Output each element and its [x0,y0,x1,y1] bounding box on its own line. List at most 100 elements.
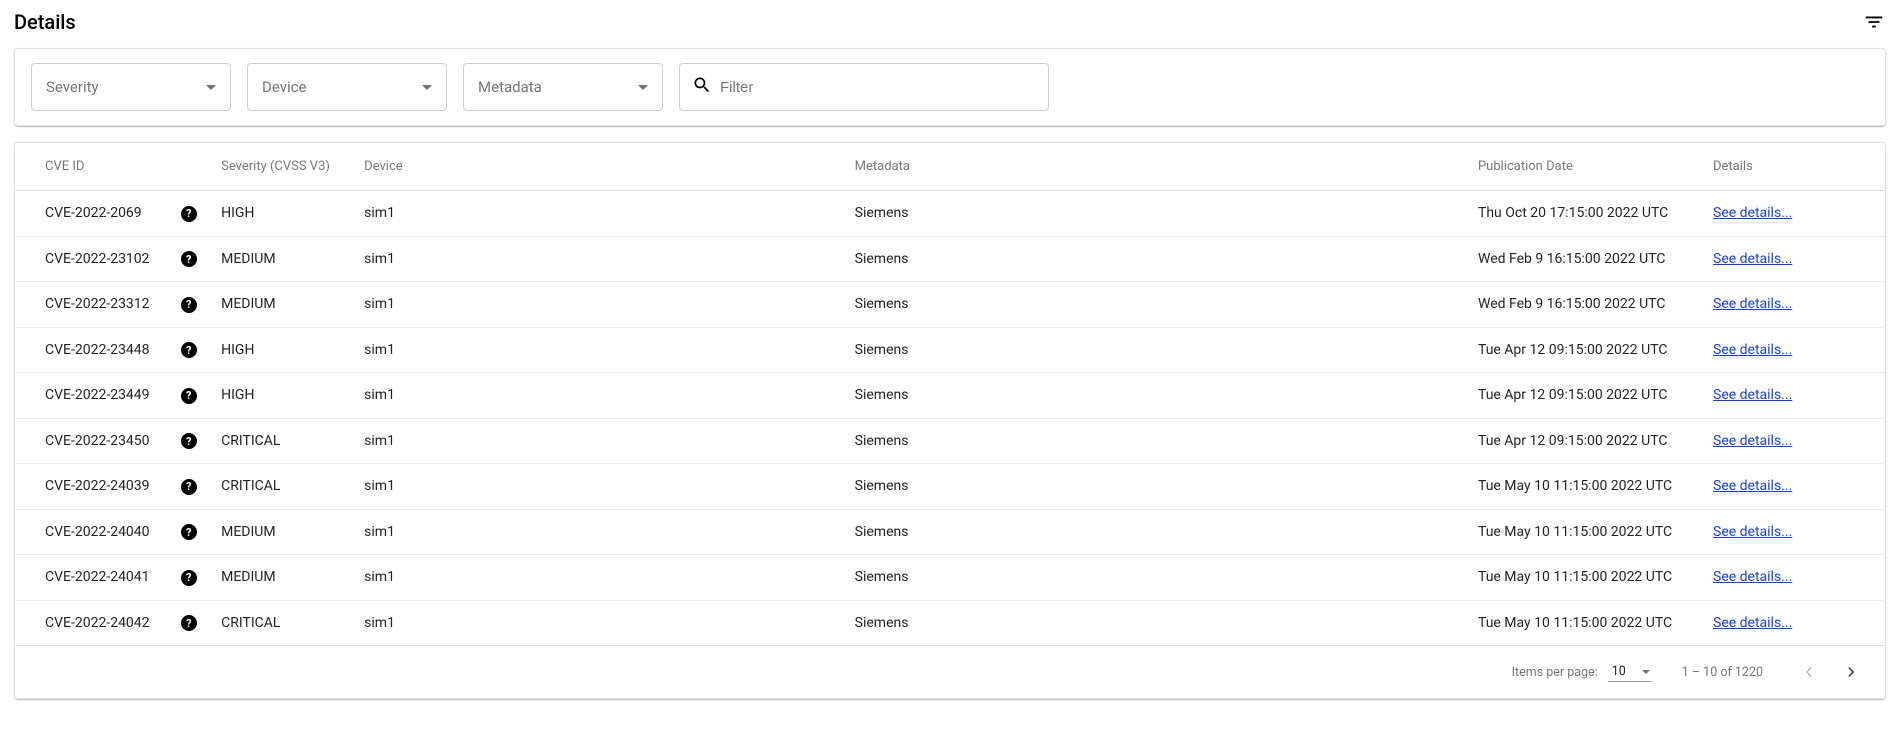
see-details-link[interactable]: See details... [1713,524,1792,540]
cell-cve: CVE-2022-23448 [15,327,168,373]
chevron-down-icon [638,85,648,90]
cve-table: CVE ID Severity (CVSS V3) Device Metadat… [15,143,1885,645]
see-details-link[interactable]: See details... [1713,205,1792,221]
page-title: Details [14,10,76,34]
cell-pubdate: Tue Apr 12 09:15:00 2022 UTC [1466,373,1701,419]
metadata-select-label: Metadata [478,78,542,96]
col-header-cve[interactable]: CVE ID [15,143,168,191]
help-icon[interactable]: ? [181,570,197,586]
see-details-link[interactable]: See details... [1713,433,1792,449]
see-details-link[interactable]: See details... [1713,251,1792,267]
next-page-button[interactable] [1835,656,1867,688]
help-icon[interactable]: ? [181,206,197,222]
search-input[interactable] [720,79,1036,96]
search-box[interactable] [679,63,1049,111]
col-header-severity[interactable]: Severity (CVSS V3) [209,143,352,191]
table-row: CVE-2022-23449? HIGHsim1SiemensTue Apr 12… [15,373,1885,419]
filter-list-icon[interactable] [1862,10,1886,34]
metadata-select[interactable]: Metadata [463,63,663,111]
cve-table-card: CVE ID Severity (CVSS V3) Device Metadat… [14,142,1886,699]
chevron-down-icon [422,85,432,90]
cell-device: sim1 [352,373,842,419]
help-icon[interactable]: ? [181,524,197,540]
see-details-link[interactable]: See details... [1713,615,1792,631]
cell-cve: CVE-2022-23449 [15,373,168,419]
col-header-pubdate[interactable]: Publication Date [1466,143,1701,191]
help-icon[interactable]: ? [181,388,197,404]
cell-metadata: Siemens [843,600,1466,645]
cell-severity: HIGH [209,373,352,419]
cell-metadata: Siemens [843,373,1466,419]
table-row: CVE-2022-23102?MEDIUMsim1SiemensWed Feb … [15,236,1885,282]
cell-pubdate: Tue May 10 11:15:00 2022 UTC [1466,600,1701,645]
table-row: CVE-2022-24042? CRITICALsim1SiemensTue Ma… [15,600,1885,645]
cell-severity: CRITICAL [209,464,352,510]
help-icon[interactable]: ? [181,479,197,495]
cell-pubdate: Thu Oct 20 17:15:00 2022 UTC [1466,191,1701,237]
see-details-link[interactable]: See details... [1713,342,1792,358]
cell-device: sim1 [352,600,842,645]
cell-pubdate: Tue May 10 11:15:00 2022 UTC [1466,464,1701,510]
help-icon[interactable]: ? [181,251,197,267]
search-icon [692,75,712,99]
cell-metadata: Siemens [843,464,1466,510]
cell-cve: CVE-2022-24040 [15,509,168,555]
table-row: CVE-2022-24039?CRITICALsim1SiemensTue Ma… [15,464,1885,510]
cell-cve: CVE-2022-24042 [15,600,168,645]
page-size-select[interactable]: 10 [1608,662,1652,682]
cell-device: sim1 [352,191,842,237]
paginator: Items per page: 10 1 – 10 of 1220 [15,645,1885,698]
cell-device: sim1 [352,464,842,510]
range-label: 1 – 10 of 1220 [1682,665,1763,680]
table-row: CVE-2022-23450?CRITICALsim1SiemensTue Ap… [15,418,1885,464]
table-row: CVE-2022-24040? MEDIUMsim1SiemensTue May … [15,509,1885,555]
col-header-metadata[interactable]: Metadata [843,143,1466,191]
cell-severity: HIGH [209,327,352,373]
cell-device: sim1 [352,418,842,464]
cell-device: sim1 [352,282,842,328]
help-icon[interactable]: ? [181,615,197,631]
cell-severity: MEDIUM [209,509,352,555]
cell-pubdate: Tue May 10 11:15:00 2022 UTC [1466,509,1701,555]
help-icon[interactable]: ? [181,342,197,358]
table-row: CVE-2022-24041?MEDIUMsim1SiemensTue May … [15,555,1885,601]
table-row: CVE-2022-2069?HIGHsim1SiemensThu Oct 20 … [15,191,1885,237]
cell-severity: CRITICAL [209,600,352,645]
severity-select[interactable]: Severity [31,63,231,111]
see-details-link[interactable]: See details... [1713,296,1792,312]
cell-metadata: Siemens [843,509,1466,555]
cell-cve: CVE-2022-24041 [15,555,168,601]
cell-metadata: Siemens [843,282,1466,328]
cell-cve: CVE-2022-23312 [15,282,168,328]
help-icon[interactable]: ? [181,433,197,449]
cell-metadata: Siemens [843,191,1466,237]
cell-device: sim1 [352,327,842,373]
chevron-down-icon [1642,670,1650,674]
cell-pubdate: Tue Apr 12 09:15:00 2022 UTC [1466,418,1701,464]
chevron-right-icon [1841,662,1861,682]
items-per-page-label: Items per page: [1512,665,1598,680]
see-details-link[interactable]: See details... [1713,387,1792,403]
table-row: CVE-2022-23448? HIGHsim1SiemensTue Apr 12… [15,327,1885,373]
cell-device: sim1 [352,509,842,555]
cell-metadata: Siemens [843,555,1466,601]
see-details-link[interactable]: See details... [1713,478,1792,494]
cell-pubdate: Tue May 10 11:15:00 2022 UTC [1466,555,1701,601]
see-details-link[interactable]: See details... [1713,569,1792,585]
prev-page-button[interactable] [1793,656,1825,688]
cell-pubdate: Wed Feb 9 16:15:00 2022 UTC [1466,236,1701,282]
cell-pubdate: Tue Apr 12 09:15:00 2022 UTC [1466,327,1701,373]
severity-select-label: Severity [46,78,99,96]
device-select[interactable]: Device [247,63,447,111]
help-icon[interactable]: ? [181,297,197,313]
cell-severity: MEDIUM [209,555,352,601]
col-header-details[interactable]: Details [1701,143,1885,191]
col-header-device[interactable]: Device [352,143,842,191]
cell-severity: MEDIUM [209,282,352,328]
cell-metadata: Siemens [843,327,1466,373]
cell-severity: MEDIUM [209,236,352,282]
cell-severity: CRITICAL [209,418,352,464]
page-size-value: 10 [1612,664,1626,679]
cell-cve: CVE-2022-23450 [15,418,168,464]
chevron-left-icon [1799,662,1819,682]
